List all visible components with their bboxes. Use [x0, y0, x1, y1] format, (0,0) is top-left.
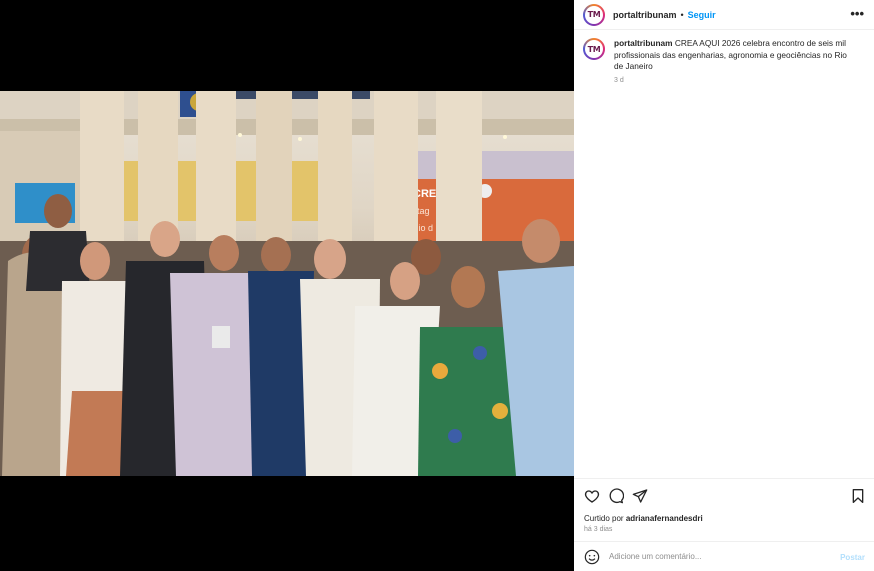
post-media[interactable]: CREA otag dese Rio d	[0, 0, 574, 571]
liked-by-user[interactable]: adrianafernandesdri	[626, 514, 703, 523]
comment-input[interactable]	[609, 552, 829, 561]
bookmark-icon[interactable]	[850, 488, 866, 504]
avatar-logo-text: TM	[587, 44, 601, 54]
caption-avatar[interactable]: TM	[583, 38, 605, 60]
group-photo-illustration: CREA otag dese Rio d	[0, 91, 574, 476]
comment-icon[interactable]	[608, 488, 625, 504]
liked-by-line: Curtido por adrianafernandesdri	[584, 514, 703, 523]
more-options-icon[interactable]: •••	[850, 6, 864, 21]
send-icon[interactable]	[632, 488, 648, 504]
avatar-inner: TM	[585, 40, 603, 58]
action-section: Curtido por adrianafernandesdri há 3 dia…	[574, 478, 874, 533]
follow-button[interactable]: Seguir	[688, 10, 716, 20]
profile-avatar[interactable]: TM	[583, 3, 605, 26]
separator-dot: •	[680, 9, 684, 20]
avatar-logo-text: TM	[587, 10, 601, 19]
post-sidebar: TM portaltribunam • Seguir ••• TM portal…	[574, 0, 874, 571]
emoji-icon[interactable]	[584, 549, 600, 565]
post-photo[interactable]: CREA otag dese Rio d	[0, 91, 574, 476]
caption-text: portaltribunam CREA AQUI 2026 celebra en…	[614, 38, 854, 73]
caption-body: portaltribunam CREA AQUI 2026 celebra en…	[614, 38, 854, 84]
caption-username[interactable]: portaltribunam	[614, 38, 673, 48]
caption-timestamp[interactable]: 3 d	[614, 77, 854, 84]
post-comment-button[interactable]: Postar	[840, 553, 865, 562]
post-header: TM portaltribunam • Seguir •••	[574, 0, 874, 30]
comment-bar: Postar	[574, 541, 874, 571]
avatar-inner: TM	[585, 5, 603, 24]
post-date[interactable]: há 3 dias	[584, 526, 612, 533]
heart-icon[interactable]	[584, 488, 600, 504]
post-username[interactable]: portaltribunam	[613, 10, 677, 20]
post-caption: TM portaltribunam CREA AQUI 2026 celebra…	[583, 38, 863, 84]
liked-prefix: Curtido por	[584, 514, 624, 523]
action-bar	[574, 479, 874, 511]
